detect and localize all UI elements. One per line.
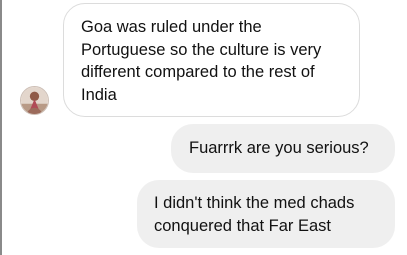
message-bubble-incoming[interactable]: Goa was ruled under the Portuguese so th… [63,3,360,117]
message-text-line: different compared to the rest of [81,63,315,81]
message-text-line: I didn't think the med chads [154,194,355,212]
message-thread[interactable]: Goa was ruled under the Portuguese so th… [0,0,407,255]
message-bubble-outgoing[interactable]: Fuarrrk are you serious? [171,124,395,173]
profile-photo-icon [21,87,48,114]
message-text-line: India [81,85,117,104]
message-text-line: Goa was ruled under the [81,18,262,36]
message-text-line: Portuguese so the culture is very [81,40,322,59]
sender-avatar[interactable] [20,86,49,115]
message-bubble-outgoing[interactable]: I didn't think the med chads conquered t… [137,180,395,248]
message-text-line: Fuarrrk are you serious? [189,139,369,157]
message-text-line: conquered that Far East [154,216,332,235]
